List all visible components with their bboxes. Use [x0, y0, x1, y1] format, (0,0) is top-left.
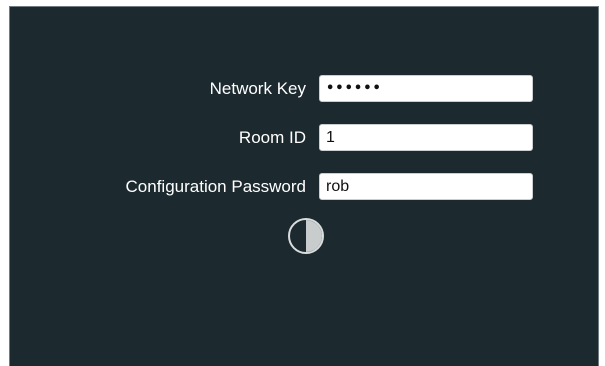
network-key-input[interactable] [319, 75, 533, 102]
config-password-input[interactable] [319, 173, 533, 200]
room-id-label: Room ID [238, 128, 306, 147]
half-circle-contrast-icon [288, 218, 324, 254]
network-key-row: Network Key [10, 75, 600, 103]
config-password-row: Configuration Password [10, 173, 600, 201]
network-key-label: Network Key [209, 79, 306, 98]
room-id-input[interactable] [319, 124, 533, 151]
room-id-row: Room ID [10, 124, 600, 152]
config-panel: Network Key Room ID Configuration Passwo… [9, 6, 599, 366]
config-password-label: Configuration Password [125, 177, 306, 196]
